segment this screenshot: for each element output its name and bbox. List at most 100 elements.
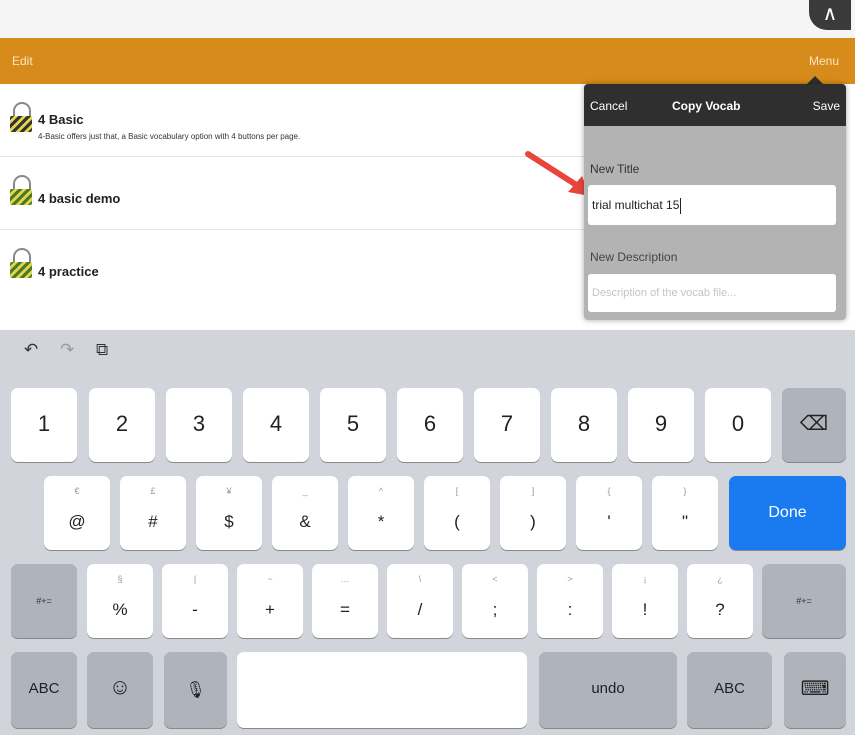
vocab-row[interactable]: 4 basic demo <box>0 157 590 230</box>
hide-keyboard-icon: ⌨ <box>800 678 830 700</box>
key-label: $ <box>224 512 234 531</box>
key-alt-label: ^ <box>378 486 384 496</box>
key-asterisk[interactable]: ^ * <box>348 476 414 550</box>
key-question[interactable]: ¿? <box>687 564 753 638</box>
abc-key-left[interactable]: ABC <box>11 652 77 728</box>
vocab-title: 4 basic demo <box>38 191 121 206</box>
key-label: #+= <box>796 596 812 606</box>
top-strip <box>0 0 855 38</box>
backspace-icon: ⌫ <box>799 413 829 435</box>
key-slash[interactable]: \ / <box>387 564 453 638</box>
key-6[interactable]: 6 <box>397 388 463 462</box>
vocab-row[interactable]: 4 practice <box>0 230 590 302</box>
key-1[interactable]: 1 <box>11 388 77 462</box>
key-alt-label: ¥ <box>226 486 232 496</box>
key-colon[interactable]: >: <box>537 564 603 638</box>
done-key[interactable]: Done <box>729 476 846 550</box>
key-label: #+= <box>36 596 52 606</box>
key-label: @ <box>68 512 86 531</box>
symbols-key[interactable]: #+= <box>11 564 77 638</box>
key-label: 9 <box>654 411 668 436</box>
key-label: 7 <box>500 411 514 436</box>
key-equals[interactable]: … = <box>312 564 378 638</box>
key-label: # <box>148 512 158 531</box>
vocab-description: 4-Basic offers just that, a Basic vocabu… <box>38 132 301 141</box>
popover-title: Copy Vocab <box>672 99 741 113</box>
key-percent[interactable]: §% <box>87 564 153 638</box>
key-label: & <box>299 512 311 531</box>
on-screen-keyboard: ↶ ↷ ⧉ 1 2 3 4 5 6 7 8 9 0 ⌫ € @ £ # ¥ $ _ & … <box>0 330 855 735</box>
key-5[interactable]: 5 <box>320 388 386 462</box>
copy-vocab-popover: Cancel Copy Vocab Save New Title trial m… <box>584 84 846 320</box>
lock-icon <box>10 175 32 207</box>
key-semicolon[interactable]: <; <box>462 564 528 638</box>
key-alt-label: § <box>117 574 123 584</box>
key-ampersand[interactable]: _ & <box>272 476 338 550</box>
key-label: 5 <box>346 411 360 436</box>
vocab-title: 4 Basic <box>38 112 84 127</box>
key-4[interactable]: 4 <box>243 388 309 462</box>
hide-keyboard-key[interactable]: ⌨ <box>784 652 846 728</box>
key-label: 2 <box>115 411 129 436</box>
key-label: * <box>377 512 385 531</box>
key-close-paren[interactable]: ]) <box>500 476 566 550</box>
symbols-key-right[interactable]: #+= <box>762 564 846 638</box>
vocab-row[interactable]: 4 Basic 4-Basic offers just that, a Basi… <box>0 84 590 157</box>
key-label: ! <box>642 600 648 619</box>
key-label: + <box>265 600 275 619</box>
cancel-button[interactable]: Cancel <box>590 99 627 113</box>
emoji-key[interactable]: ☺ <box>87 652 153 728</box>
new-description-field[interactable]: Description of the vocab file... <box>588 274 836 312</box>
key-alt-label: } <box>683 486 687 496</box>
key-2[interactable]: 2 <box>89 388 155 462</box>
top-toolbar: Edit Menu <box>0 38 855 84</box>
key-label: " <box>681 512 689 531</box>
space-key[interactable] <box>237 652 527 728</box>
key-label: ' <box>607 512 611 531</box>
key-label: 8 <box>577 411 591 436</box>
key-at[interactable]: € @ <box>44 476 110 550</box>
key-3[interactable]: 3 <box>166 388 232 462</box>
key-label: : <box>567 600 573 619</box>
undo-key[interactable]: undo <box>539 652 677 728</box>
key-alt-label: \ <box>418 574 422 584</box>
key-7[interactable]: 7 <box>474 388 540 462</box>
new-title-field[interactable]: trial multichat 15 <box>588 185 836 225</box>
key-alt-label: ~ <box>267 574 273 584</box>
backspace-key[interactable]: ⌫ <box>782 388 846 462</box>
key-9[interactable]: 9 <box>628 388 694 462</box>
save-button[interactable]: Save <box>813 99 840 113</box>
key-label: ? <box>715 600 725 619</box>
new-title-value: trial multichat 15 <box>592 198 680 212</box>
key-alt-label: < <box>492 574 498 584</box>
edit-button[interactable]: Edit <box>12 54 33 68</box>
popover-header: Cancel Copy Vocab Save <box>584 84 846 126</box>
paste-icon[interactable]: ⧉ <box>96 340 108 360</box>
abc-key-right[interactable]: ABC <box>687 652 772 728</box>
collapse-button[interactable]: ∧ <box>809 0 851 30</box>
key-plus[interactable]: ~ + <box>237 564 303 638</box>
key-0[interactable]: 0 <box>705 388 771 462</box>
key-quote[interactable]: } " <box>652 476 718 550</box>
key-label: 3 <box>192 411 206 436</box>
menu-button[interactable]: Menu <box>809 54 839 68</box>
undo-icon[interactable]: ↶ <box>24 340 38 360</box>
redo-icon[interactable]: ↷ <box>60 340 74 360</box>
microphone-key[interactable]: 🎙 <box>164 652 227 728</box>
key-apostrophe[interactable]: {' <box>576 476 642 550</box>
key-exclamation[interactable]: ¡! <box>612 564 678 638</box>
key-hash[interactable]: £ # <box>120 476 186 550</box>
key-label: ABC <box>28 680 60 697</box>
lock-icon <box>10 102 32 134</box>
key-alt-label: € <box>74 486 80 496</box>
key-label: 6 <box>423 411 437 436</box>
key-label: ) <box>530 512 536 531</box>
key-hyphen[interactable]: | - <box>162 564 228 638</box>
microphone-icon: 🎙 <box>185 682 206 699</box>
key-open-paren[interactable]: [( <box>424 476 490 550</box>
key-alt-label: ¡ <box>643 574 647 584</box>
key-alt-label: £ <box>150 486 156 496</box>
key-label: 0 <box>731 411 745 436</box>
key-8[interactable]: 8 <box>551 388 617 462</box>
key-dollar[interactable]: ¥ $ <box>196 476 262 550</box>
